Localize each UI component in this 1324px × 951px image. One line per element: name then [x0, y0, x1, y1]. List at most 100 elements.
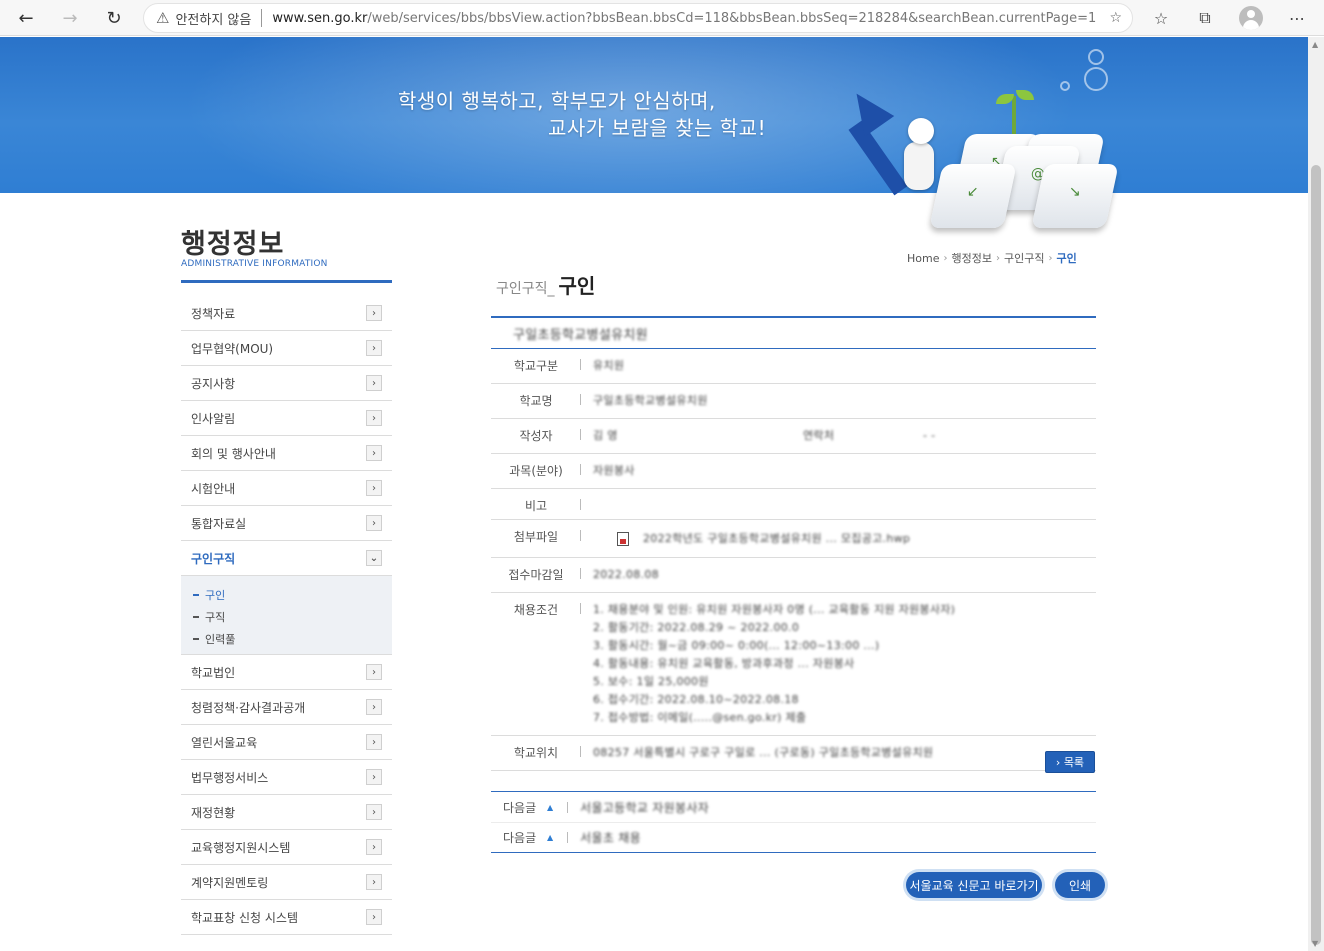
table-row: 학교구분 유치원 — [491, 349, 1096, 384]
submenu-item-hiring[interactable]: 구인 — [193, 584, 392, 606]
attachment-link[interactable]: 2022학년도 구일초등학교병설유치원 ... 모집공고.hwp — [643, 532, 910, 545]
row-value: 2022학년도 구일초등학교병설유치원 ... 모집공고.hwp — [581, 520, 1096, 557]
print-button[interactable]: 인쇄 — [1055, 872, 1105, 898]
sidebar-item-school-award[interactable]: 학교표창 신청 시스템 › — [181, 900, 392, 935]
back-arrow-icon[interactable]: ← — [12, 4, 40, 32]
row-value: 유치원 — [593, 359, 625, 372]
banner-slogan-line2: 교사가 보람을 찾는 학교! — [548, 116, 767, 140]
scroll-down-arrow-icon[interactable]: ▼ — [1312, 939, 1318, 948]
row-label: 첨부파일 — [491, 520, 581, 557]
chevron-right-icon: › — [366, 664, 382, 680]
row-label: 학교명 — [491, 384, 581, 418]
sidebar-item-archive[interactable]: 통합자료실 › — [181, 506, 392, 541]
table-row: 작성자 김 영 연락처 - - — [491, 419, 1096, 454]
table-row: 학교위치 08257 서울특별시 구로구 구일로 ... (구로동) 구일초등학… — [491, 736, 1096, 771]
url-host: www.sen.go.kr — [272, 10, 368, 26]
row-value: 2022.08.08 — [593, 568, 659, 581]
table-row: 과목(분야) 자원봉사 — [491, 454, 1096, 489]
row-value: 자원봉사 — [593, 464, 635, 477]
page-title-main: 구인 — [558, 274, 596, 298]
breadcrumb-home[interactable]: Home — [907, 252, 939, 265]
sidebar-item-admin-system[interactable]: 교육행정지원시스템 › — [181, 830, 392, 865]
figure-head-illustration — [908, 118, 934, 144]
post-detail-table: 구일초등학교병설유치원 학교구분 유치원 학교명 구일초등학교병설유치원 작성자… — [491, 316, 1096, 771]
sidebar-item-policy-data[interactable]: 정책자료 › — [181, 296, 392, 331]
submenu-item-job-seeking[interactable]: 구직 — [193, 606, 392, 628]
table-row: 접수마감일 2022.08.08 — [491, 558, 1096, 593]
row-label: 과목(분야) — [491, 454, 581, 488]
sidebar-menu: 정책자료 › 업무협약(MOU) › 공지사항 › 인사알림 › 회의 및 행사안내 › … — [181, 296, 392, 935]
triangle-up-icon: ▲ — [547, 802, 554, 812]
sidebar-submenu-jobs: 구인 구직 인력풀 — [181, 576, 392, 655]
list-item[interactable]: 다음글 ▲ 서울초 채용 — [491, 822, 1096, 852]
page-title-prefix: 구인구직_ — [496, 281, 555, 297]
sidebar-item-notices[interactable]: 공지사항 › — [181, 366, 392, 401]
address-bar[interactable]: ⚠ 안전하지 않음 www.sen.go.kr /web/services/bb… — [143, 3, 1133, 33]
warning-icon: ⚠ — [156, 9, 170, 27]
row-value: 08257 서울특별시 구로구 구일로 ... (구로동) 구일초등학교병설유치… — [593, 746, 934, 759]
scroll-up-arrow-icon[interactable]: ▲ — [1312, 40, 1318, 49]
row-value — [581, 489, 1096, 519]
sidebar-item-meetings[interactable]: 회의 및 행사안내 › — [181, 436, 392, 471]
sidebar-item-school-corporation[interactable]: 학교법인 › — [181, 655, 392, 690]
list-item[interactable]: 다음글 ▲ 서울고등학교 자원봉사자 — [491, 792, 1096, 822]
row-label: 접수마감일 — [491, 558, 581, 592]
sidebar-item-contract-mentoring[interactable]: 계약지원멘토링 › — [181, 865, 392, 900]
url-path: /web/services/bbs/bbsView.action?bbsBean… — [367, 10, 1097, 26]
chevron-right-icon: › — [366, 340, 382, 356]
keyboard-illustration: ↖ ↗ @ ↙ ↘ — [840, 83, 1120, 250]
row-value: 김 영 연락처 - - — [593, 429, 936, 442]
chevron-right-icon: › — [943, 252, 948, 264]
sidebar-item-personnel[interactable]: 인사알림 › — [181, 401, 392, 436]
breadcrumb: Home › 행정정보 › 구인구직 › 구인 — [907, 250, 1077, 266]
triangle-up-icon: ▲ — [547, 833, 554, 842]
favorites-icon[interactable]: ☆ — [1149, 6, 1173, 30]
add-favorite-icon[interactable]: ☆ — [1109, 10, 1122, 26]
forward-arrow-icon[interactable]: → — [56, 4, 84, 32]
scrollbar-thumb[interactable] — [1311, 165, 1321, 945]
security-label: 안전하지 않음 — [175, 12, 252, 28]
chevron-right-icon: › — [366, 769, 382, 785]
chevron-right-icon: › — [366, 305, 382, 321]
collections-icon[interactable]: ⧉ — [1193, 6, 1217, 30]
chevron-right-icon: › — [366, 515, 382, 531]
post-title: 구일초등학교병설유치원 — [491, 316, 1096, 349]
sidebar-item-exams[interactable]: 시험안내 › — [181, 471, 392, 506]
row-label: 작성자 — [491, 419, 581, 453]
vertical-scrollbar[interactable]: ▲ ▼ — [1308, 37, 1324, 951]
list-button[interactable]: › 목록 — [1045, 751, 1095, 773]
breadcrumb-level2[interactable]: 구인구직 — [1004, 250, 1044, 266]
chevron-right-icon: › — [366, 734, 382, 750]
sidebar-item-mou[interactable]: 업무협약(MOU) › — [181, 331, 392, 366]
figure-body-illustration — [904, 142, 934, 190]
chevron-right-icon: › — [366, 804, 382, 820]
sidebar-title-underline — [181, 280, 392, 283]
profile-avatar-icon[interactable] — [1239, 6, 1263, 30]
hwp-file-icon — [617, 532, 629, 546]
chevron-down-icon: ⌄ — [366, 550, 382, 566]
sidebar-item-legal-services[interactable]: 법무행정서비스 › — [181, 760, 392, 795]
key-illustration: ↙ — [929, 164, 1017, 228]
leaf-illustration — [1016, 90, 1034, 100]
table-row: 채용조건 1. 채용분야 및 인원: 유치원 자원봉사자 0명 (... 교육활… — [491, 593, 1096, 736]
row-value: 1. 채용분야 및 인원: 유치원 자원봉사자 0명 (... 교육활동 지원 … — [593, 603, 956, 724]
sidebar-item-integrity[interactable]: 청렴정책·감사결과공개 › — [181, 690, 392, 725]
browser-toolbar: ← → ↻ ⚠ 안전하지 않음 www.sen.go.kr /web/servi… — [0, 0, 1324, 36]
address-separator — [261, 9, 263, 27]
key-illustration: ↘ — [1031, 164, 1119, 228]
prev-next-list: 다음글 ▲ 서울고등학교 자원봉사자 다음글 ▲ 서울초 채용 — [491, 791, 1096, 853]
banner-slogan-line1: 학생이 행복하고, 학부모가 안심하며, — [398, 89, 716, 113]
sidebar-item-finance[interactable]: 재정현황 › — [181, 795, 392, 830]
breadcrumb-level1[interactable]: 행정정보 — [951, 250, 991, 266]
chevron-right-icon: › — [366, 699, 382, 715]
chevron-right-icon: › — [366, 874, 382, 890]
sidebar-item-jobs[interactable]: 구인구직 ⌄ — [181, 541, 392, 576]
submenu-item-talent-pool[interactable]: 인력풀 — [193, 628, 392, 650]
sidebar-item-open-education[interactable]: 열린서울교육 › — [181, 725, 392, 760]
table-row: 학교명 구일초등학교병설유치원 — [491, 384, 1096, 419]
more-menu-icon[interactable]: ⋯ — [1285, 6, 1309, 30]
newsroom-shortcut-button[interactable]: 서울교육 신문고 바로가기 — [906, 872, 1042, 898]
chevron-right-icon: › — [995, 252, 1000, 264]
reload-icon[interactable]: ↻ — [100, 4, 128, 32]
sidebar-title: 행정정보 — [181, 229, 285, 260]
